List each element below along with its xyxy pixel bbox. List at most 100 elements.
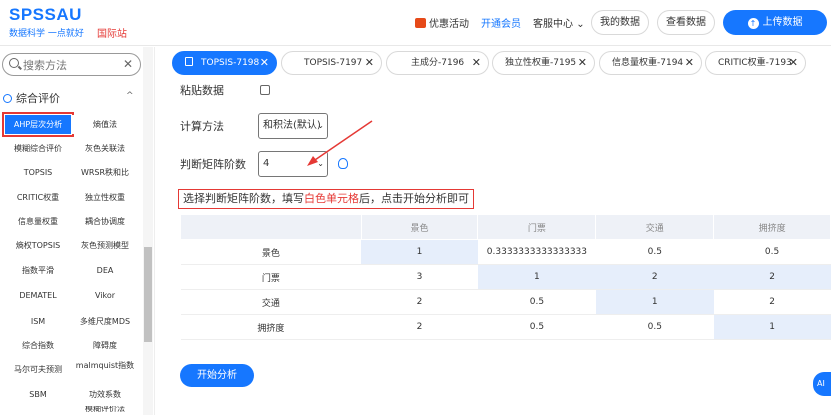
method-item[interactable]: WRSR秩和比: [72, 163, 138, 182]
annotation-arrow: [307, 120, 373, 166]
judgment-matrix-table: 景色 门票 交通 拥挤度 景色 1 0.3333333333333333 0.5…: [180, 214, 831, 340]
column-header: [180, 214, 362, 240]
logo[interactable]: SPSSAU: [9, 5, 82, 25]
gift-icon: [415, 18, 426, 28]
column-header: 拥挤度: [713, 214, 831, 240]
method-item[interactable]: 耦合协调度: [72, 212, 138, 231]
matrix-cell[interactable]: 0.3333333333333333: [477, 239, 596, 265]
search-icon: [9, 58, 19, 68]
method-item[interactable]: ISM: [5, 312, 71, 331]
method-item[interactable]: malmquist指数: [72, 360, 138, 379]
method-item[interactable]: DEA: [72, 261, 138, 280]
customer-service-menu[interactable]: 客服中心 ⌄: [533, 15, 585, 30]
method-item[interactable]: CRITIC权重: [5, 188, 71, 207]
method-item[interactable]: 信息量权重: [5, 212, 71, 231]
upload-icon: ↑: [747, 18, 759, 29]
matrix-cell[interactable]: 1: [361, 239, 478, 265]
matrix-order-label: 判断矩阵阶数: [180, 158, 246, 171]
matrix-cell[interactable]: 0.5: [477, 314, 596, 340]
method-item[interactable]: 指数平滑: [5, 261, 71, 280]
method-item[interactable]: SBM: [5, 385, 71, 404]
table-row: 门票 3 1 2 2: [180, 264, 831, 290]
table-row: 景色 1 0.3333333333333333 0.5 0.5: [180, 239, 831, 265]
paste-data-label: 粘贴数据: [180, 84, 224, 97]
sidebar-scrollbar[interactable]: [143, 47, 153, 415]
tab-topsis-7198[interactable]: TOPSIS-7198 ✕: [172, 51, 277, 75]
method-item[interactable]: 灰色关联法: [72, 139, 138, 158]
method-item[interactable]: 马尔可夫预测: [5, 360, 71, 379]
paste-data-checkbox[interactable]: [260, 85, 270, 95]
search-box[interactable]: ✕: [2, 53, 141, 76]
method-item[interactable]: 障碍度: [72, 336, 138, 355]
tab-info-weight-7194[interactable]: 信息量权重-7194 ✕: [599, 51, 702, 75]
matrix-cell[interactable]: 0.5: [595, 314, 714, 340]
method-item[interactable]: 功效系数: [72, 385, 138, 404]
vip-link[interactable]: 开通会员: [481, 15, 521, 30]
international-site-link[interactable]: 国际站: [97, 25, 127, 40]
method-item[interactable]: 多维尺度MDS: [72, 312, 138, 331]
method-ahp[interactable]: AHP层次分析: [2, 112, 74, 137]
row-header: 拥挤度: [180, 314, 362, 340]
method-item[interactable]: 熵值法: [72, 115, 138, 134]
table-row: 交通 2 0.5 1 2: [180, 289, 831, 315]
ai-assistant-button[interactable]: AI: [813, 372, 831, 396]
close-icon[interactable]: ✕: [578, 52, 587, 74]
tab-pca-7196[interactable]: 主成分-7196 ✕: [386, 51, 489, 75]
method-item[interactable]: 灰色预测模型: [72, 236, 138, 255]
table-header-row: 景色 门票 交通 拥挤度: [180, 214, 831, 240]
method-item[interactable]: Vikor: [72, 286, 138, 305]
matrix-cell[interactable]: 0.5: [713, 239, 831, 265]
row-header: 景色: [180, 239, 362, 265]
calc-method-label: 计算方法: [180, 120, 224, 133]
sidebar: ✕ 综合评价 ^ AHP层次分析 熵值法 模糊综合评价 灰色关联法 TOPSIS…: [0, 47, 155, 415]
close-icon[interactable]: ✕: [365, 52, 374, 74]
method-item[interactable]: 独立性权重: [72, 188, 138, 207]
column-header: 门票: [477, 214, 597, 240]
row-header: 门票: [180, 264, 362, 290]
close-icon[interactable]: ✕: [260, 52, 269, 74]
method-item[interactable]: DEMATEL: [5, 286, 71, 305]
chevron-down-icon: ⌄: [576, 19, 585, 30]
close-icon[interactable]: ✕: [685, 52, 694, 74]
close-icon[interactable]: ✕: [472, 52, 481, 74]
matrix-cell[interactable]: 1: [713, 314, 831, 340]
view-data-button[interactable]: 查看数据: [657, 10, 715, 35]
table-row: 拥挤度 2 0.5 0.5 1: [180, 314, 831, 340]
method-item[interactable]: 模糊综合评价: [5, 139, 71, 158]
main-content: 粘贴数据 计算方法 和积法(默认) ⌄ 判断矩阵阶数 4 ⌄ 选择判断矩阵阶数，填写…: [170, 80, 831, 415]
matrix-cell[interactable]: 0.5: [477, 289, 596, 315]
matrix-cell[interactable]: 2: [595, 264, 714, 290]
row-header: 交通: [180, 289, 362, 315]
category-icon: [3, 94, 12, 103]
tab-independence-weight-7195[interactable]: 独立性权重-7195 ✕: [492, 51, 595, 75]
matrix-cell[interactable]: 1: [477, 264, 596, 290]
method-item[interactable]: 综合指数: [5, 336, 71, 355]
tab-critic-weight-7193[interactable]: CRITIC权重-7193 ✕: [705, 51, 806, 75]
matrix-cell[interactable]: 3: [361, 264, 478, 290]
chevron-up-icon[interactable]: ^: [126, 91, 134, 101]
matrix-cell[interactable]: 2: [713, 264, 831, 290]
start-analysis-button[interactable]: 开始分析: [180, 364, 254, 387]
top-navbar: SPSSAU 数据科学 一点就好 国际站 优惠活动 开通会员 客服中心 ⌄ 我的…: [0, 0, 831, 46]
matrix-cell[interactable]: 1: [595, 289, 714, 315]
search-input[interactable]: [23, 57, 123, 73]
close-icon[interactable]: ✕: [789, 52, 798, 74]
logo-slogan: 数据科学 一点就好: [9, 29, 84, 39]
my-data-button[interactable]: 我的数据: [591, 10, 649, 35]
tab-bar: TOPSIS-7198 ✕ TOPSIS-7197 ✕ 主成分-7196 ✕ 独立性权…: [170, 48, 831, 78]
method-item[interactable]: 熵权TOPSIS: [5, 236, 71, 255]
tab-topsis-7197[interactable]: TOPSIS-7197 ✕: [281, 51, 382, 75]
category-comprehensive-evaluation[interactable]: 综合评价: [3, 90, 60, 106]
matrix-cell[interactable]: 0.5: [595, 239, 714, 265]
clear-icon[interactable]: ✕: [123, 57, 133, 71]
method-item[interactable]: TOPSIS: [5, 163, 71, 182]
sidebar-scroll-thumb[interactable]: [144, 247, 152, 342]
column-header: 交通: [595, 214, 715, 240]
promo-link[interactable]: 优惠活动: [415, 15, 469, 30]
matrix-cell[interactable]: 2: [361, 314, 478, 340]
method-item[interactable]: 模糊评价法: [72, 406, 138, 415]
upload-data-button[interactable]: ↑ 上传数据: [723, 10, 827, 35]
matrix-cell[interactable]: 2: [713, 289, 831, 315]
document-icon: [185, 57, 193, 66]
matrix-cell[interactable]: 2: [361, 289, 478, 315]
